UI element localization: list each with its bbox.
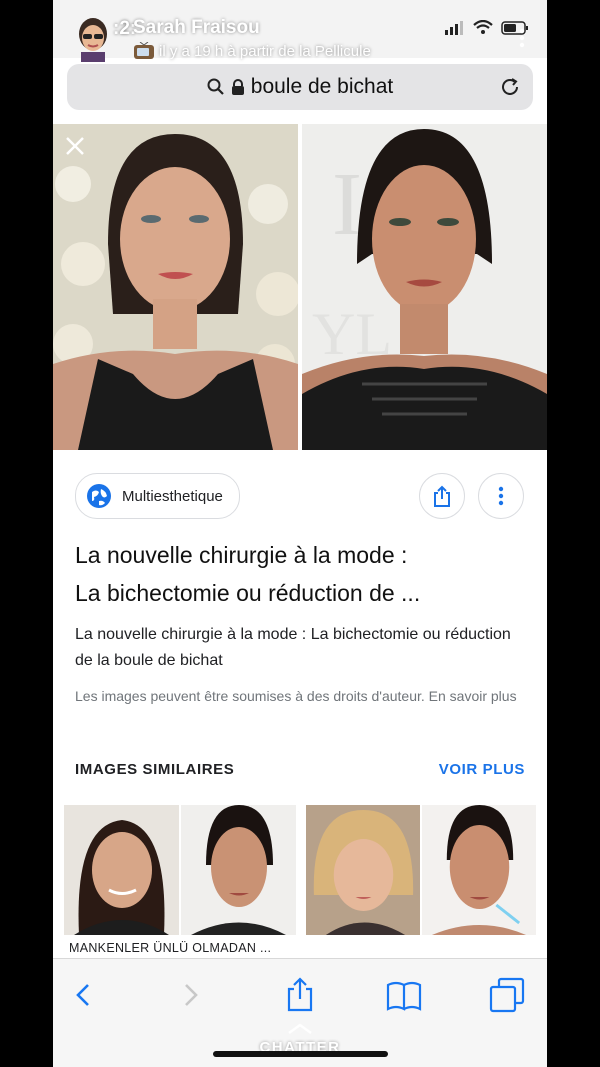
tabs-icon[interactable] (489, 977, 525, 1013)
share-icon (434, 485, 450, 507)
similar-image-1-caption[interactable]: MANKENLER ÜNLÜ OLMADAN ... (69, 941, 271, 955)
forward-icon[interactable] (173, 977, 209, 1013)
source-chip[interactable]: Multiesthetique (75, 473, 240, 519)
thumbnail-image (64, 805, 179, 935)
result-photo-left (53, 124, 298, 450)
screen: :2: Sarah Fraisou il y a 19 h à partir d… (53, 0, 547, 1067)
result-description: La nouvelle chirurgie à la mode : La bic… (75, 626, 511, 669)
similar-image-2[interactable] (306, 805, 536, 935)
similar-image-2-right (422, 805, 536, 935)
thumbnail-image (181, 805, 296, 935)
copyright-notice[interactable]: Les images peuvent être soumises à des d… (75, 683, 525, 709)
result-photo-right: I YL (302, 124, 547, 450)
source-name: Multiesthetique (122, 487, 223, 505)
result-title-line2: La bichectomie ou réduction de ... (75, 580, 421, 606)
signal-icon (445, 20, 463, 35)
status-icons (445, 20, 529, 35)
similar-image-1[interactable] (64, 805, 296, 935)
reload-icon[interactable] (499, 76, 521, 98)
voir-plus-link[interactable]: VOIR PLUS (439, 761, 525, 778)
globe-icon (87, 484, 111, 508)
lock-icon (231, 79, 244, 95)
similar-images-heading: IMAGES SIMILAIRES (75, 761, 235, 778)
result-card: Multiesthetique La nouvelle chirurgie à … (53, 450, 547, 970)
thumbnail-image (422, 805, 536, 935)
thumbnail-image (306, 805, 420, 935)
bitmoji-avatar[interactable] (71, 12, 115, 62)
url-text: boule de bichat (250, 75, 394, 98)
search-icon (207, 78, 224, 95)
close-icon[interactable] (63, 134, 87, 158)
similar-image-1-right (181, 805, 296, 935)
share-button[interactable] (419, 473, 465, 519)
url-bar[interactable]: boule de bichat (67, 64, 533, 110)
bookmarks-icon[interactable] (386, 977, 422, 1013)
similar-image-2-left (306, 805, 420, 935)
similar-image-1-left (64, 805, 179, 935)
result-title[interactable]: La nouvelle chirurgie à la mode : La bic… (75, 536, 525, 612)
portrait-right-image: I YL (302, 124, 547, 450)
story-menu-icon[interactable] (519, 28, 525, 48)
browser-toolbar: CHATTER (53, 958, 547, 1067)
tv-icon (134, 42, 154, 59)
share-icon[interactable] (282, 977, 318, 1013)
chevron-up-icon (288, 1023, 312, 1035)
result-title-line1: La nouvelle chirurgie à la mode : (75, 542, 408, 568)
story-user-name[interactable]: Sarah Fraisou (133, 17, 260, 39)
more-vert-icon (498, 486, 504, 506)
portrait-left-image (53, 124, 298, 450)
story-subtitle: il y a 19 h à partir de la Pellicule (133, 42, 371, 60)
svg-text:I: I (332, 155, 362, 254)
wifi-icon (473, 20, 493, 34)
result-image-pair[interactable]: I YL (53, 124, 547, 450)
home-indicator[interactable] (213, 1051, 388, 1057)
more-options-button[interactable] (478, 473, 524, 519)
back-icon[interactable] (65, 977, 101, 1013)
story-time-label: il y a 19 h à partir de la Pellicule (159, 42, 371, 60)
